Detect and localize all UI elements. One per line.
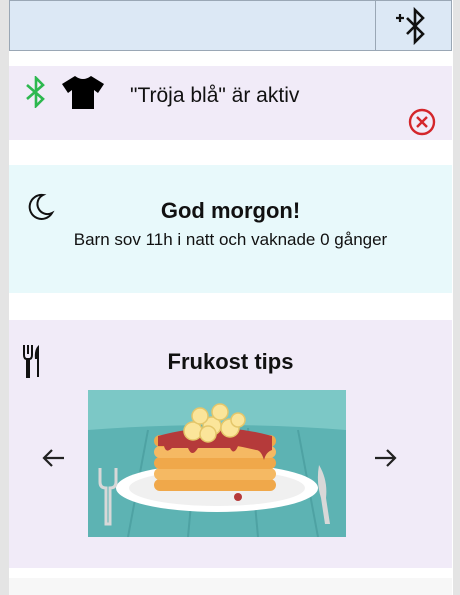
bluetooth-icon [23,74,49,112]
breakfast-tips-card: Frukost tips [9,320,452,568]
greeting-title: God morgon! [160,198,301,223]
right-frame [453,0,460,595]
add-bluetooth-icon [395,6,425,45]
arrow-left-icon[interactable] [42,448,66,472]
add-bluetooth-button[interactable] [375,1,451,50]
active-device-label: "Tröja blå" är aktiv [130,84,300,107]
next-card-edge [9,578,452,595]
breakfast-title: Frukost tips [167,349,294,374]
close-circle-icon[interactable] [407,107,437,141]
shirt-icon [61,74,105,114]
sleep-summary-text: Barn sov 11h i natt och vaknade 0 gånger [73,230,388,249]
top-bar [9,0,452,51]
sleep-summary-card: God morgon! Barn sov 11h i natt och vakn… [9,165,452,293]
left-frame [0,0,9,595]
pancakes-image [88,390,346,537]
active-device-card: "Tröja blå" är aktiv [9,66,452,140]
arrow-right-icon[interactable] [373,448,397,472]
